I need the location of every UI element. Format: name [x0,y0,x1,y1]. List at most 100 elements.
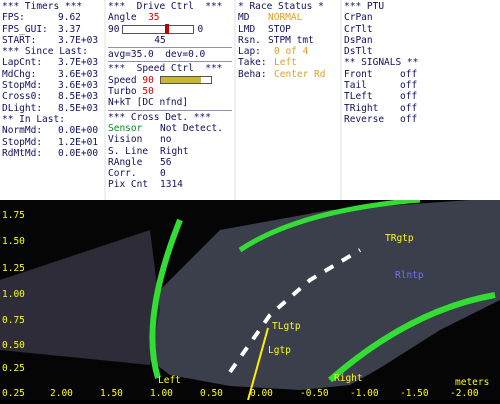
camera-view[interactable]: 1.75 1.50 1.25 1.00 0.75 0.50 0.25 0.25 … [0,197,500,401]
pix-value: 1314 [160,179,183,191]
corr-label: Corr. [108,168,137,180]
speed-header: *** Speed Ctrl *** [108,63,223,75]
rsn-label: Rsn. [238,34,261,46]
race-header: * Race Status * [238,1,324,12]
drive-header: *** Drive Ctrl *** [108,1,223,12]
signal-state: off [400,102,418,114]
fps-value: 9.62 [58,12,81,24]
sline-label: S. Line [108,145,149,157]
fps-label: FPS: [2,12,25,24]
units-label: meters [455,377,490,388]
md-value: NORMAL [268,12,303,24]
stopmd-label: StopMd: [2,80,43,92]
since-header: *** Since Last: [2,46,88,58]
sensor-label: Sensor [108,122,143,134]
normmd-label: NormMd: [2,125,43,137]
timers-panel: *** Timers *** FPS: 9.62 FPS_GUI: 3.37 STA… [0,0,104,200]
x-tick: -1.50 [400,388,429,399]
y-tick: 0.75 [2,315,25,326]
turbo-value: 50 [142,86,154,98]
signal-name: Tail [344,80,367,92]
start-label: START: [2,34,37,46]
stopmd2-value: 1.2E+01 [58,136,99,148]
angle-slider[interactable] [122,23,195,34]
rdmtmd-label: RdMtMd: [2,147,43,159]
timers-header: *** Timers *** [2,1,83,12]
y-tick: 1.25 [2,263,25,274]
start-value: 3.7E+03 [58,34,99,46]
fpsgui-label: FPS_GUI: [2,23,48,35]
stopmd2-label: StopMd: [2,136,43,148]
nkt-status: N+kT [DC nfnd] [108,97,189,109]
sline-value: Right [160,145,189,157]
dlight-value: 8.5E+03 [58,102,99,114]
y-tick: 1.50 [2,236,25,247]
cross0-value: 8.5E+03 [58,91,99,103]
md-label: MD [238,12,250,24]
angle-scale-value: 45 [154,34,166,46]
speed-value: 90 [142,74,154,86]
cross0-label: Cross0: [2,91,43,103]
angle-range-min: 90 [108,23,120,35]
lmd-value: STOP [268,23,291,35]
y-tick: 1.75 [2,210,25,221]
x-tick: -0.50 [300,388,329,399]
vision-value: no [160,134,172,146]
angle-label: Angle [108,12,137,24]
angle-slider-knob[interactable] [165,23,170,34]
trgtp-label: TRgtp [385,233,414,244]
speed-bar [159,76,212,85]
right-marker-label: Right [334,373,363,384]
x-tick: 0.00 [250,388,273,399]
signal-name: TLeft [344,91,373,103]
x-tick: 2.00 [50,388,73,399]
lmd-label: LMD [238,23,256,35]
x-tick: 0.25 [2,388,25,399]
signals-header: ** SIGNALS ** [344,57,419,69]
x-tick: 1.00 [150,388,173,399]
take-value: Left [274,57,297,69]
mdchg-label: MdChg: [2,68,37,80]
inlast-header: ** In Last: [2,113,65,125]
signal-name: Reverse [344,113,385,125]
rsn-value: STPM tmt [268,34,314,46]
ptu-item: CrTlt [344,23,373,35]
ptu-item: CrPan [344,12,373,24]
rangle-label: RAngle [108,156,143,168]
sensor-value: Not Detect. [160,122,223,134]
ptu-panel: *** PTU CrPan CrTlt DsPan DsTlt ** SIGNA… [342,0,500,200]
signal-state: off [400,113,418,125]
ptu-header: *** PTU [344,1,385,12]
vision-label: Vision [108,134,143,146]
beha-value: Center Rd [274,68,326,80]
signal-state: off [400,91,418,103]
dlight-label: DLight: [2,102,43,114]
signal-name: Front [344,68,373,80]
fpsgui-value: 3.37 [58,23,81,35]
x-tick: -1.00 [350,388,379,399]
y-tick: 0.50 [2,340,25,351]
tlgtp-label: TLgtp [272,321,301,332]
rangle-value: 56 [160,156,172,168]
ptu-item: DsTlt [344,46,373,58]
race-panel: * Race Status * MD NORMAL LMD STOP Rsn. STP… [236,0,340,200]
drive-panel: *** Drive Ctrl *** Angle 35 90 0 45 avg=3… [106,0,234,200]
beha-label: Beha: [238,68,267,80]
speed-label: Speed [108,74,137,86]
corr-value: 0 [160,168,166,180]
lgtp-label: Lgtp [268,345,291,356]
lap-value: 0 of 4 [274,46,309,58]
speed-bar-fill [160,77,201,84]
lapcnt-value: 3.7E+03 [58,57,99,69]
x-tick: 1.50 [100,388,123,399]
lapcnt-label: LapCnt: [2,57,43,69]
y-tick: 0.25 [2,363,25,374]
signal-state: off [400,80,418,92]
angle-range-max: 0 [197,23,204,35]
camera-overlay [0,197,500,401]
ptu-item: DsPan [344,34,373,46]
angle-value: 35 [148,12,160,24]
cross-header: *** Cross Det. *** [108,111,211,123]
mdchg-value: 3.6E+03 [58,68,99,80]
rlntp-label: Rlntp [395,270,424,281]
